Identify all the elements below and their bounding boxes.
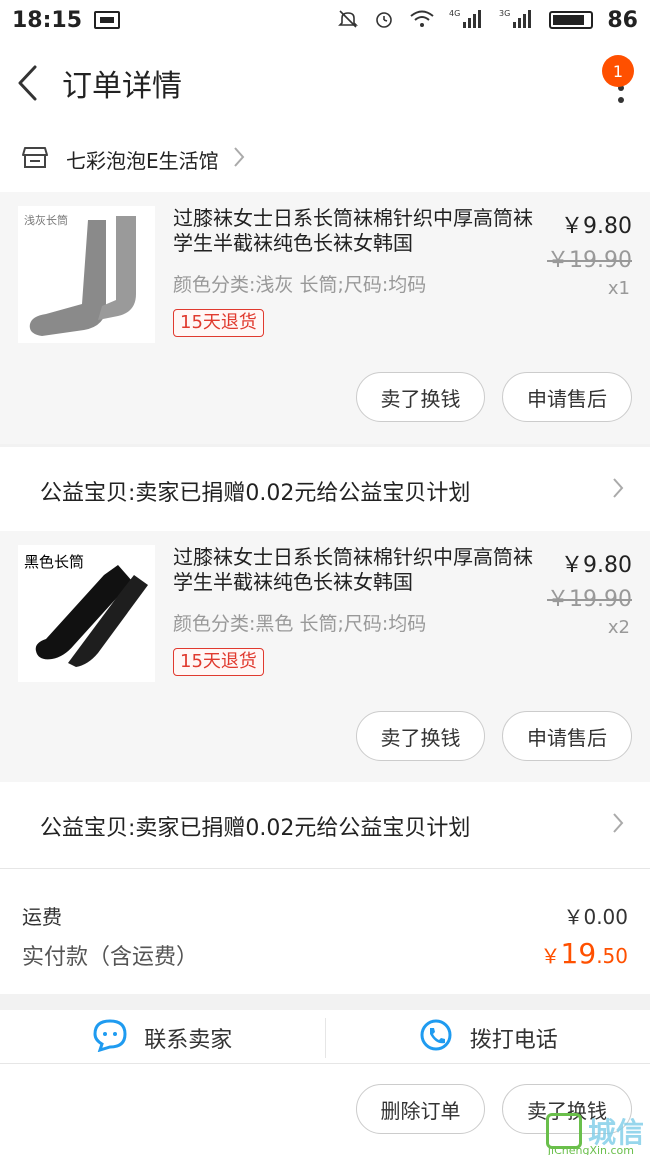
sell-for-cash-button[interactable]: 卖了换钱 (356, 711, 485, 761)
charity-text: 公益宝贝:卖家已捐赠0.02元给公益宝贝计划 (40, 816, 471, 841)
product-quantity: x1 (607, 278, 630, 299)
order-item[interactable]: 黑色长筒 过膝袜女士日系长筒袜棉针织中厚高筒袜学生半截袜纯色长袜女韩国 颜色分类… (0, 531, 650, 783)
alarm-icon (373, 8, 395, 33)
contact-bar: 联系卖家 拨打电话 (0, 1010, 650, 1066)
more-menu-button[interactable]: 1 (594, 53, 634, 113)
image-label: 浅灰长筒 (24, 214, 68, 227)
svg-text:4G: 4G (449, 9, 460, 18)
chevron-right-icon (612, 812, 624, 840)
contact-seller-button[interactable]: 联系卖家 (0, 1010, 325, 1066)
paid-integer: 19 (560, 937, 597, 970)
svg-text:3G: 3G (499, 9, 510, 18)
sell-for-cash-button[interactable]: 卖了换钱 (356, 372, 485, 422)
shipping-value: ￥0.00 (563, 905, 628, 929)
paid-amount: ￥19.50 (541, 937, 628, 970)
product-quantity: x2 (607, 617, 630, 638)
product-title[interactable]: 过膝袜女士日系长筒袜棉针织中厚高筒袜学生半截袜纯色长袜女韩国 (173, 545, 533, 595)
charity-row[interactable]: 公益宝贝:卖家已捐赠0.02元给公益宝贝计划 (0, 782, 650, 870)
status-time: 18:15 (12, 7, 83, 33)
battery-fill (553, 15, 585, 25)
image-label: 黑色长筒 (24, 553, 85, 571)
call-button[interactable]: 拨打电话 (326, 1010, 650, 1066)
product-original-price: ￥19.90 (547, 248, 632, 273)
return-policy-tag: 15天退货 (173, 309, 264, 337)
product-title[interactable]: 过膝袜女士日系长筒袜棉针织中厚高筒袜学生半截袜纯色长袜女韩国 (173, 206, 533, 256)
chevron-right-icon (233, 146, 245, 172)
signal-4g-icon: 4G (449, 8, 485, 33)
bottom-action-bar: 删除订单 卖了换钱 城信 JiChengXin.com (0, 1063, 650, 1155)
order-item[interactable]: 浅灰长筒 过膝袜女士日系长筒袜棉针织中厚高筒袜学生半截袜纯色长袜女韩国 颜色分类… (0, 192, 650, 444)
mute-icon (337, 8, 359, 33)
paid-currency: ￥ (540, 944, 561, 968)
chevron-right-icon (612, 477, 624, 505)
gallery-icon (94, 11, 121, 29)
battery-level: 86 (607, 7, 638, 33)
paid-label: 实付款（含运费） (22, 945, 199, 970)
notification-badge: 1 (602, 55, 634, 87)
battery-icon (549, 11, 594, 29)
paid-decimal: .50 (596, 944, 628, 968)
charity-row[interactable]: 公益宝贝:卖家已捐赠0.02元给公益宝贝计划 (0, 447, 650, 535)
shop-name: 七彩泡泡E生活馆 (66, 148, 219, 173)
phone-icon (418, 1018, 454, 1058)
status-icons: 4G 3G 86 (337, 8, 638, 33)
product-original-price: ￥19.90 (547, 587, 632, 612)
wifi-icon (409, 9, 435, 32)
back-arrow-icon[interactable] (16, 63, 44, 103)
product-price: ￥9.80 (561, 553, 632, 578)
store-icon (22, 145, 48, 173)
after-sales-button[interactable]: 申请售后 (502, 711, 632, 761)
product-image[interactable]: 浅灰长筒 (18, 206, 155, 343)
signal-3g-icon: 3G (499, 8, 535, 33)
order-totals: 运费 ￥0.00 实付款（含运费） ￥19.50 (0, 868, 650, 994)
charity-text: 公益宝贝:卖家已捐赠0.02元给公益宝贝计划 (40, 481, 471, 506)
return-policy-tag: 15天退货 (173, 648, 264, 676)
product-sku: 颜色分类:黑色 长筒;尺码:均码 (173, 613, 427, 635)
status-bar: 18:15 4G 3G 86 (0, 0, 650, 40)
nav-bar: 订单详情 1 (0, 40, 650, 126)
delete-order-button[interactable]: 删除订单 (356, 1084, 485, 1134)
page-title: 订单详情 (62, 69, 182, 104)
watermark-subtext: JiChengXin.com (547, 1144, 634, 1155)
shipping-label: 运费 (22, 905, 62, 929)
product-image[interactable]: 黑色长筒 (18, 545, 155, 682)
product-sku: 颜色分类:浅灰 长筒;尺码:均码 (173, 274, 427, 296)
product-price: ￥9.80 (561, 214, 632, 239)
after-sales-button[interactable]: 申请售后 (502, 372, 632, 422)
call-label: 拨打电话 (469, 1028, 558, 1053)
contact-seller-label: 联系卖家 (144, 1028, 233, 1053)
shop-row[interactable]: 七彩泡泡E生活馆 (0, 126, 650, 192)
chat-icon (92, 1018, 128, 1058)
